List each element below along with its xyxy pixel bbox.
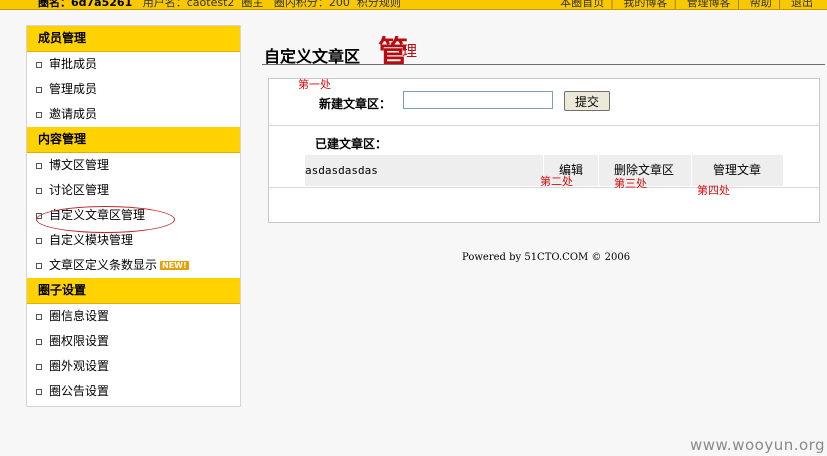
section-content-management: 内容管理 xyxy=(27,127,240,153)
sidebar-item-circle-notice[interactable]: 圈公告设置 xyxy=(27,379,240,404)
existing-areas-label: 已建文章区： xyxy=(315,137,388,151)
sidebar-item-label[interactable]: 邀请成员 xyxy=(49,107,97,121)
sidebar-item-label[interactable]: 自定义文章区管理 xyxy=(49,208,145,222)
link-help[interactable]: 帮助 xyxy=(750,0,772,9)
link-logout[interactable]: 退出 xyxy=(791,0,813,9)
new-area-input[interactable] xyxy=(403,91,553,109)
title-deco-char2: 理 xyxy=(402,42,417,60)
sidebar: 成员管理 审批成员 管理成员 邀请成员 内容管理 博文区管理 讨论区管理 自定义… xyxy=(26,25,241,407)
sidebar-item-custom-module[interactable]: 自定义模块管理 xyxy=(27,228,240,253)
annotation-4: 第四处 xyxy=(697,184,730,197)
table-divider xyxy=(691,155,692,186)
sidebar-item-custom-article-area[interactable]: 自定义文章区管理 xyxy=(27,203,240,228)
new-area-label: 新建文章区： xyxy=(319,97,392,111)
bullet-icon xyxy=(36,238,42,244)
top-bar: 圈名：6d7a5261 用户名：caotest2 圈主 圈内积分：200 积分规… xyxy=(0,0,827,10)
circle-name: 6d7a5261 xyxy=(71,0,133,9)
rules-link[interactable]: 积分规则 xyxy=(357,0,401,9)
section-circle-settings: 圈子设置 xyxy=(27,278,240,304)
sidebar-item-label[interactable]: 圈权限设置 xyxy=(49,334,109,348)
role: 圈主 xyxy=(241,0,264,9)
bullet-icon xyxy=(36,364,42,370)
sidebar-item-label[interactable]: 文章区定义条数显示 xyxy=(49,258,157,272)
sidebar-item-manage-members[interactable]: 管理成员 xyxy=(27,77,240,102)
sidebar-item-circle-permissions[interactable]: 圈权限设置 xyxy=(27,329,240,354)
bullet-icon xyxy=(36,389,42,395)
top-links: 本圈首页 | 我的博客 | 管理博客 | 帮助 | 退出 xyxy=(554,0,813,8)
bullet-icon xyxy=(36,87,42,93)
link-separator: | xyxy=(610,0,614,9)
sidebar-item-label[interactable]: 圈公告设置 xyxy=(49,384,109,398)
sidebar-item-approve-members[interactable]: 审批成员 xyxy=(27,52,240,77)
link-separator: | xyxy=(736,0,741,9)
sidebar-item-label[interactable]: 管理成员 xyxy=(49,82,97,96)
circle-info: 圈名：6d7a5261 用户名：caotest2 圈主 圈内积分：200 积分规… xyxy=(38,0,401,8)
points: 圈内积分：200 xyxy=(273,0,350,9)
bullet-icon xyxy=(36,314,42,320)
footer-copyright: Powered by 51CTO.COM © 2006 xyxy=(462,252,631,263)
sidebar-item-label[interactable]: 博文区管理 xyxy=(49,158,109,172)
sidebar-item-invite-members[interactable]: 邀请成员 xyxy=(27,102,240,127)
username: caotest2 xyxy=(186,0,235,9)
sidebar-item-article-count[interactable]: 文章区定义条数显示 NEW! xyxy=(27,253,240,278)
bullet-icon xyxy=(36,163,42,169)
link-my-blog[interactable]: 我的博客 xyxy=(623,0,667,9)
sidebar-item-blog-area[interactable]: 博文区管理 xyxy=(27,153,240,178)
annotation-3: 第三处 xyxy=(614,177,647,190)
user-label: 用户名： xyxy=(142,0,187,9)
sidebar-item-label[interactable]: 自定义模块管理 xyxy=(49,233,133,247)
title-divider xyxy=(262,64,825,65)
annotation-2: 第二处 xyxy=(540,175,573,188)
bullet-icon xyxy=(36,112,42,118)
bullet-icon xyxy=(36,263,42,269)
watermark: www.wooyun.org xyxy=(690,436,826,454)
article-area-panel: 新建文章区： 提交 已建文章区： asdasdasdas 编辑 删除文章区 管理… xyxy=(268,78,820,223)
submit-button[interactable]: 提交 xyxy=(564,91,610,111)
sidebar-item-circle-appearance[interactable]: 圈外观设置 xyxy=(27,354,240,379)
circle-label: 圈名： xyxy=(38,0,71,9)
area-name: asdasdasdas xyxy=(305,164,378,177)
link-home[interactable]: 本圈首页 xyxy=(560,0,604,9)
sidebar-item-label[interactable]: 圈信息设置 xyxy=(49,309,109,323)
sidebar-item-circle-info[interactable]: 圈信息设置 xyxy=(27,304,240,329)
sidebar-item-label[interactable]: 圈外观设置 xyxy=(49,359,109,373)
title-deco-graphic: 管 理 xyxy=(378,35,417,70)
new-badge: NEW! xyxy=(160,261,189,270)
new-area-row: 新建文章区： 提交 xyxy=(269,79,819,126)
annotation-1: 第一处 xyxy=(298,78,331,91)
table-divider xyxy=(598,155,599,186)
bullet-icon xyxy=(36,339,42,345)
bullet-icon xyxy=(36,188,42,194)
link-separator: | xyxy=(673,0,678,9)
section-member-management: 成员管理 xyxy=(27,26,240,52)
sidebar-item-label[interactable]: 审批成员 xyxy=(49,57,97,71)
sidebar-item-label[interactable]: 讨论区管理 xyxy=(49,183,109,197)
link-manage-blog[interactable]: 管理博客 xyxy=(687,0,731,9)
bullet-icon xyxy=(36,62,42,68)
sidebar-item-discussion-area[interactable]: 讨论区管理 xyxy=(27,178,240,203)
bullet-icon xyxy=(36,213,42,219)
link-separator: | xyxy=(777,0,782,9)
